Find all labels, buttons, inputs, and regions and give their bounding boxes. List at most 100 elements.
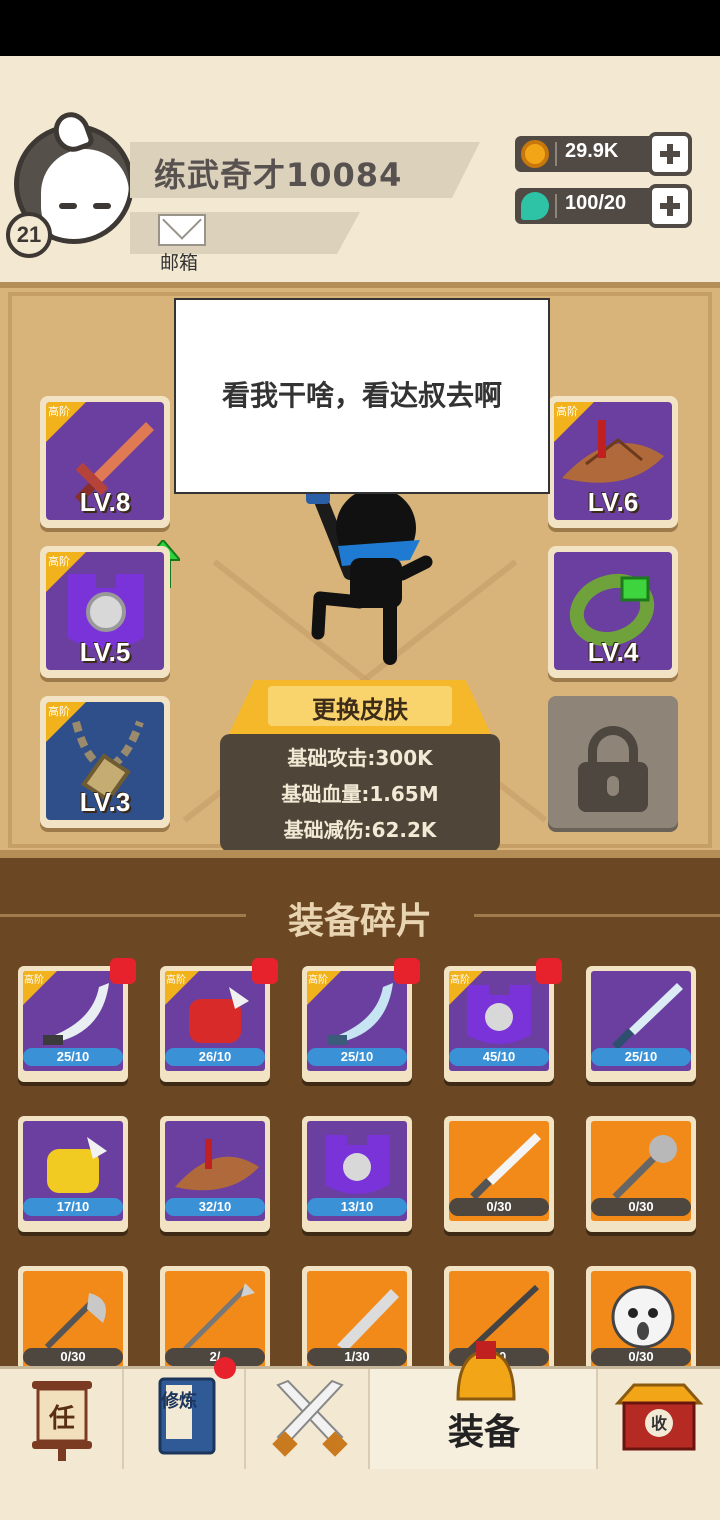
- avatar-face: [41, 149, 129, 239]
- equipment-shards-panel: 装备碎片 高阶 25/10 高阶 26/10 高阶 25/10 高阶 45/10: [0, 858, 720, 1368]
- nav-battle[interactable]: [246, 1369, 370, 1469]
- scimitar-icon: [43, 983, 109, 1045]
- keyhole: [607, 776, 619, 796]
- blade-icon: [337, 1289, 399, 1351]
- tier-label: 高阶: [308, 975, 328, 986]
- equip-slot-hat[interactable]: 高阶 LV.6: [548, 396, 678, 528]
- slot-level: LV.4: [587, 637, 639, 667]
- slot-background: 高阶 LV.3: [46, 702, 164, 820]
- divider: [555, 194, 557, 218]
- crossed-swords-icon: [272, 1379, 348, 1457]
- alert-badge: [252, 958, 278, 984]
- add-coins-button[interactable]: [648, 132, 692, 176]
- nav-equipment[interactable]: 装备: [370, 1341, 598, 1469]
- shard-count: 32/10: [165, 1198, 265, 1216]
- nav-cultivate[interactable]: 修炼: [124, 1357, 246, 1469]
- alert-badge: [394, 958, 420, 984]
- shard-card[interactable]: 高阶 45/10: [444, 958, 562, 1082]
- hero-panel: 高阶 LV.8 高阶 LV.5 高阶 LV.3 高阶 LV.6 LV.4 看我干…: [0, 282, 720, 858]
- skin-banner-face: 更换皮肤: [268, 686, 452, 726]
- envelope-icon: [158, 214, 206, 246]
- slot-level: LV.5: [79, 637, 131, 667]
- equip-slot-weapon[interactable]: 高阶 LV.8: [40, 396, 170, 528]
- alert-badge: [110, 958, 136, 984]
- stat-health: 基础血量:1.65M: [281, 782, 439, 806]
- lock-body: [578, 762, 648, 812]
- divider: [555, 142, 557, 166]
- shard-card[interactable]: 2/: [160, 1266, 270, 1368]
- shard-count: 0/30: [449, 1198, 549, 1216]
- mailbox-button[interactable]: 邮箱: [154, 212, 210, 274]
- shard-count: 13/10: [307, 1198, 407, 1216]
- shard-card[interactable]: 高阶 25/10: [18, 958, 136, 1082]
- shard-count: 1/30: [307, 1348, 407, 1366]
- gem-counter: 100/20: [515, 188, 660, 224]
- armor-icon: [325, 1135, 389, 1194]
- shard-card[interactable]: 1/30: [302, 1266, 412, 1368]
- shard-card[interactable]: 高阶 25/10: [302, 958, 420, 1082]
- shard-card[interactable]: 25/10: [586, 966, 696, 1082]
- gauntlet-icon: [47, 1137, 107, 1193]
- task-glyph: 任: [48, 1404, 75, 1434]
- slot-level: LV.8: [79, 487, 131, 517]
- slot-background: 高阶 LV.6: [554, 402, 672, 520]
- nav-equipment-label: 装备: [447, 1412, 520, 1453]
- speech-bubble: 看我干啥，看达叔去啊: [174, 298, 550, 494]
- player-header: 21 练武奇才10084 邮箱 29.9K 100/20: [0, 56, 720, 282]
- tier-label: 高阶: [48, 555, 70, 568]
- spear-icon: [183, 1283, 255, 1351]
- shard-card[interactable]: 0/30: [586, 1266, 696, 1368]
- book-icon: 修炼: [158, 1377, 216, 1455]
- armor-icon: [467, 985, 531, 1044]
- change-skin-button[interactable]: 更换皮肤: [228, 680, 492, 736]
- mace-icon: [612, 1135, 677, 1200]
- shard-card[interactable]: 0/30: [18, 1266, 128, 1368]
- slot-level: LV.3: [79, 787, 131, 817]
- add-gems-button[interactable]: [648, 184, 692, 228]
- equip-slot-ring[interactable]: LV.4: [548, 546, 678, 678]
- tier-label: 高阶: [24, 975, 44, 986]
- change-skin-label: 更换皮肤: [312, 696, 408, 724]
- shard-card[interactable]: 0/30: [586, 1116, 696, 1232]
- avatar[interactable]: 21: [6, 107, 140, 258]
- speech-text: 看我干啥，看达叔去啊: [221, 379, 502, 412]
- straw-hat-icon: [562, 420, 664, 483]
- equip-slot-armor[interactable]: 高阶 LV.5: [40, 546, 170, 678]
- mailbox-label: 邮箱: [160, 252, 199, 274]
- shard-card[interactable]: 13/10: [302, 1116, 412, 1232]
- equip-slot-necklace[interactable]: 高阶 LV.3: [40, 696, 170, 828]
- tier-label: 高阶: [556, 405, 578, 418]
- slot-level: LV.6: [587, 487, 639, 517]
- avatar-eye-icon: [93, 203, 111, 209]
- shard-card[interactable]: 32/10: [160, 1116, 270, 1232]
- straw-hat-icon: [175, 1139, 259, 1191]
- coin-counter: 29.9K: [515, 136, 660, 172]
- shard-card[interactable]: 0/30: [444, 1116, 554, 1232]
- tier-label: 高阶: [48, 405, 70, 418]
- alert-badge: [214, 1357, 236, 1379]
- sword-icon: [470, 1133, 541, 1200]
- nav-task[interactable]: 任: [0, 1369, 124, 1469]
- coin-value: 29.9K: [565, 140, 619, 162]
- scimitar-icon: [327, 983, 393, 1045]
- tier-label: 高阶: [166, 975, 186, 986]
- avatar-mask-icon: [611, 1285, 675, 1349]
- shard-count: 26/10: [165, 1048, 265, 1066]
- player-name: 练武奇才10084: [154, 156, 403, 194]
- player-level-badge: 21: [6, 212, 52, 258]
- avatar-mouth-icon: [97, 237, 117, 239]
- slot-background: 高阶 LV.8: [46, 402, 164, 520]
- shard-card[interactable]: 高阶 26/10: [160, 958, 278, 1082]
- gauntlet-icon: [189, 987, 249, 1043]
- sword-icon: [612, 983, 683, 1050]
- axe-icon: [44, 1293, 106, 1350]
- cultivate-glyph: 修炼: [160, 1390, 197, 1412]
- player-name-bar: 练武奇才10084: [130, 142, 480, 198]
- gem-resource: 100/20: [515, 184, 695, 230]
- stickman-hero[interactable]: [290, 478, 440, 668]
- locked-slot[interactable]: [548, 696, 678, 828]
- shard-count: 25/10: [307, 1048, 407, 1066]
- status-bar: [0, 0, 720, 56]
- nav-collect[interactable]: 收: [598, 1369, 720, 1469]
- shard-card[interactable]: 17/10: [18, 1116, 128, 1232]
